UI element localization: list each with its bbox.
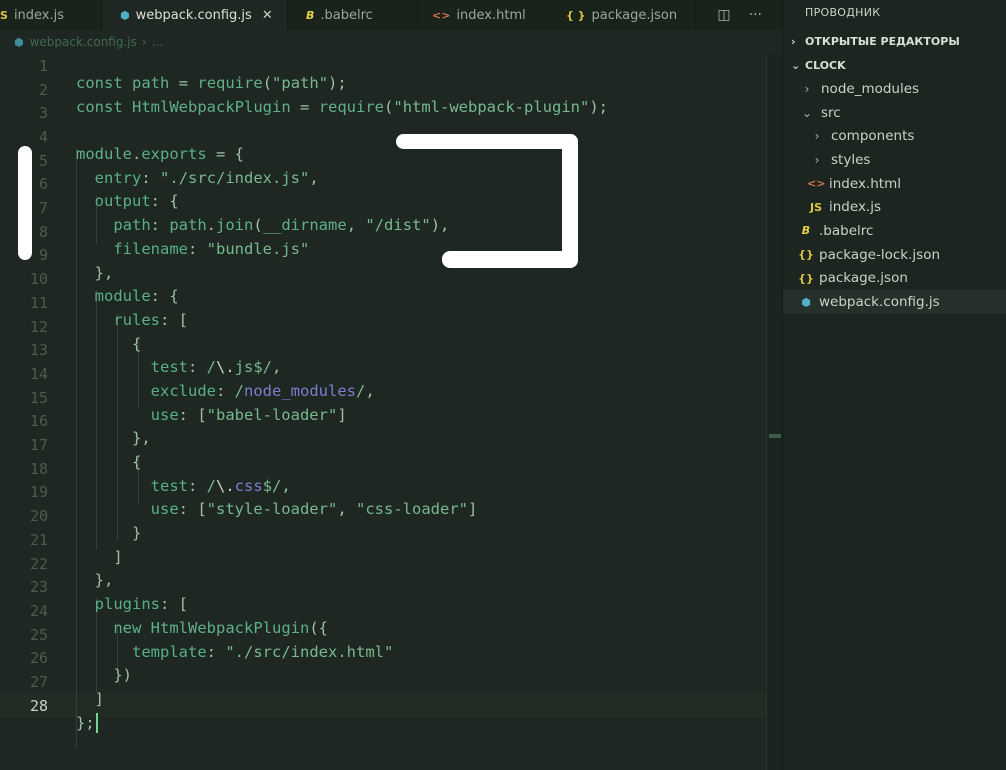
tab-package-json[interactable]: { } package.json [550, 0, 696, 30]
json-file-icon: {} [798, 248, 814, 262]
tree-item-label: package.json [819, 270, 908, 287]
split-editor-icon[interactable]: ◫ [717, 7, 730, 23]
line-number: 13 [29, 341, 48, 360]
line-number: 22 [29, 554, 48, 573]
breadcrumb-rest[interactable]: ... [152, 35, 163, 49]
tree-item-label: src [821, 104, 841, 121]
babel-file-icon: B [801, 224, 811, 238]
chevron-right-icon: › [814, 152, 820, 167]
tree-item-label: package-lock.json [819, 246, 941, 263]
tree-item[interactable]: {} package-lock.json [783, 243, 1006, 267]
tree-item-label: styles [831, 151, 871, 168]
explorer-panel: ПРОВОДНИК › ОТКРЫТЫЕ РЕДАКТОРЫ ⌄ CLOCK ›… [782, 0, 1006, 770]
line-number: 14 [29, 364, 48, 383]
breadcrumb-file[interactable]: webpack.config.js [30, 35, 137, 49]
section-label: CLOCK [805, 58, 846, 72]
tree-item[interactable]: <> index.html [783, 172, 1006, 196]
line-number: 26 [29, 649, 48, 668]
line-number: 19 [29, 483, 48, 502]
tab-actions: ◫ ··· [717, 0, 782, 30]
tree-item[interactable]: B .babelrc [783, 219, 1006, 243]
tab-webpack-config[interactable]: ⬢ webpack.config.js ✕ [102, 0, 288, 30]
line-number: 3 [38, 104, 48, 123]
line-number: 10 [29, 270, 48, 289]
tab-label: package.json [591, 7, 678, 23]
tab-label: index.html [456, 7, 526, 23]
explorer-title: ПРОВОДНИК [805, 5, 881, 19]
open-editors-section[interactable]: › ОТКРЫТЫЕ РЕДАКТОРЫ [783, 29, 1006, 53]
tab-label: .babelrc [320, 7, 373, 23]
tree-item-label: index.js [829, 199, 882, 216]
tree-item[interactable]: › components [783, 124, 1006, 148]
tab-index-js[interactable]: S index.js [0, 0, 102, 30]
line-number: 16 [29, 412, 48, 431]
chevron-right-icon: › [804, 81, 810, 96]
tree-item[interactable]: ⬢ webpack.config.js [783, 290, 1006, 314]
tree-item[interactable]: › styles [783, 148, 1006, 172]
line-number: 15 [29, 388, 48, 407]
line-number: 21 [29, 530, 48, 549]
editor-scrollbar[interactable] [766, 54, 782, 770]
line-number: 4 [38, 127, 48, 146]
tree-item-label: index.html [829, 175, 901, 192]
tree-item-label: components [831, 128, 915, 145]
tree-item-label: webpack.config.js [819, 294, 940, 311]
scribble-mark [18, 146, 32, 260]
tree-item[interactable]: JS index.js [783, 195, 1006, 219]
line-number: 27 [29, 673, 48, 692]
line-number: 25 [29, 625, 48, 644]
line-number: 17 [29, 436, 48, 455]
chevron-down-icon: ⌄ [801, 105, 813, 120]
line-number: 12 [29, 317, 48, 336]
chevron-down-icon: ⌄ [791, 58, 801, 72]
scribble-mark [562, 134, 578, 268]
tree-item[interactable]: ⌄ src [783, 101, 1006, 125]
tree-item[interactable]: › node_modules [783, 77, 1006, 101]
tab-label: webpack.config.js [135, 7, 252, 23]
scrollbar-thumb[interactable] [769, 434, 781, 438]
chevron-right-icon: › [814, 129, 820, 144]
line-number: 18 [29, 459, 48, 478]
line-number: 23 [29, 578, 48, 597]
json-file-icon: {} [798, 271, 814, 285]
file-tree: › node_modules ⌄ src › components › styles <> ind… [783, 77, 1006, 314]
line-number: 20 [29, 507, 48, 526]
tab-label: index.js [13, 7, 65, 23]
tab-bar: S index.js ⬢ webpack.config.js ✕ B .babe… [0, 0, 782, 30]
chevron-right-icon: › [791, 34, 796, 48]
tree-item-label: .babelrc [819, 222, 874, 239]
breadcrumb: ⬢ webpack.config.js › ... [0, 30, 782, 54]
tab-index-html[interactable]: <> index.html [418, 0, 550, 30]
code-editor[interactable]: 1 2 3 4 5 6 7 8 9 10 11 12 13 14 15 16 17 18 19 20 21 22 23 24 2… [0, 54, 766, 770]
babel-icon: B [306, 8, 315, 22]
js-file-icon: JS [809, 200, 822, 214]
line-number: 24 [29, 601, 48, 620]
line-number: 2 [38, 80, 48, 99]
scribble-mark [396, 134, 578, 149]
webpack-icon: ⬢ [120, 8, 130, 22]
line-number: 28 [29, 696, 48, 715]
code-text: const path = require("path"); const HtmlW… [76, 74, 608, 734]
js-icon: S [0, 8, 8, 22]
more-actions-icon[interactable]: ··· [749, 7, 762, 23]
text-cursor [95, 713, 98, 734]
webpack-file-icon: ⬢ [801, 295, 811, 309]
html-icon: <> [432, 8, 451, 22]
json-icon: { } [566, 8, 586, 22]
scribble-mark [442, 251, 578, 268]
html-file-icon: <> [807, 177, 826, 191]
tree-item[interactable]: {} package.json [783, 267, 1006, 291]
line-number: 11 [29, 293, 48, 312]
section-label: ОТКРЫТЫЕ РЕДАКТОРЫ [805, 34, 960, 48]
chevron-right-icon: › [141, 35, 147, 49]
webpack-icon: ⬢ [14, 35, 24, 49]
line-number: 1 [38, 56, 48, 75]
close-icon[interactable]: ✕ [262, 8, 273, 23]
tree-item-label: node_modules [821, 80, 920, 97]
project-section[interactable]: ⌄ CLOCK [783, 53, 1006, 77]
tab-babelrc[interactable]: B .babelrc [288, 0, 418, 30]
